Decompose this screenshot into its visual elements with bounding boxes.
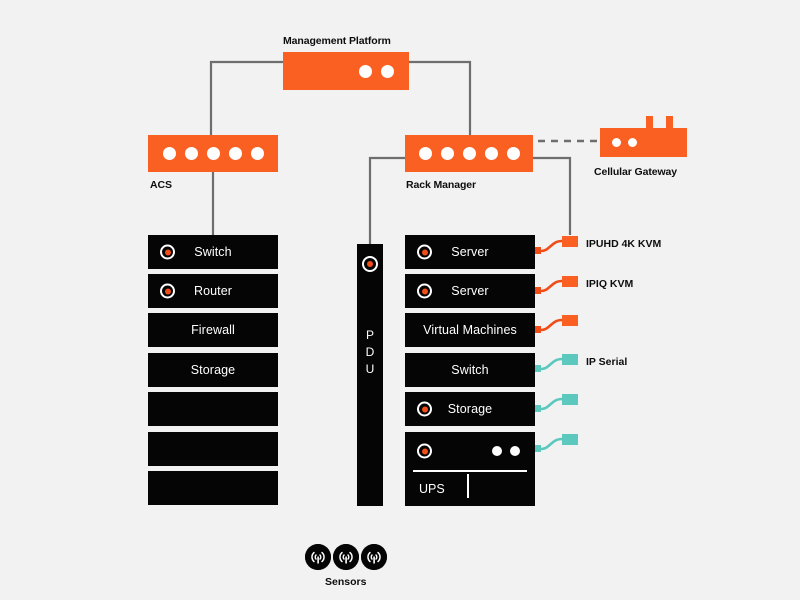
rack-unit-label: Server (451, 284, 489, 298)
cable-server-2 (539, 279, 564, 293)
status-led-icon (417, 401, 432, 417)
right-rack-unit-server-1[interactable]: Server (405, 235, 535, 269)
cable-storage (539, 397, 564, 411)
status-dot (228, 147, 242, 160)
wire-mgmt-to-acs (209, 60, 283, 135)
status-dot (250, 147, 264, 160)
legend-label-ipiq: IPIQ KVM (586, 278, 634, 290)
wireless-sensor-icon[interactable] (361, 544, 387, 570)
acs-indicator-dots (162, 147, 264, 160)
legend-swatch-ipserial (562, 354, 578, 365)
legend-label-ipuhd: IPUHD 4K KVM (586, 238, 662, 250)
left-rack-unit-empty-2[interactable] (148, 432, 278, 466)
left-rack-unit-storage[interactable]: Storage (148, 353, 278, 387)
rack-unit-label: Switch (451, 363, 489, 377)
status-dot (162, 147, 176, 160)
right-rack-unit-storage[interactable]: Storage (405, 392, 535, 426)
ups-horizontal-divider (413, 470, 527, 472)
status-led-icon (417, 283, 432, 299)
right-rack-unit-switch[interactable]: Switch (405, 353, 535, 387)
acs-label: ACS (150, 179, 172, 191)
rack-unit-label: Storage (447, 402, 493, 416)
acs-appliance[interactable] (148, 135, 278, 172)
status-dot (612, 138, 621, 147)
cable-switch (539, 357, 564, 371)
status-dot (206, 147, 220, 160)
management-platform-appliance[interactable] (283, 52, 409, 90)
status-dot (418, 147, 432, 160)
status-led-icon (160, 283, 175, 299)
legend-swatch-ipuhd (562, 236, 578, 247)
cable-vm (539, 318, 564, 332)
left-rack-unit-switch[interactable]: Switch (148, 235, 278, 269)
legend-swatch-ups (562, 434, 578, 445)
status-dot (381, 64, 394, 78)
status-dot (440, 147, 454, 160)
rack-unit-label: Firewall (191, 323, 235, 337)
status-dot (506, 147, 520, 160)
status-dot (510, 446, 520, 456)
status-led-icon (417, 443, 432, 459)
wire-rackmgr-to-rightrack (533, 156, 572, 235)
wireless-sensor-icon[interactable] (333, 544, 359, 570)
wire-mgmt-to-rackmgr (409, 60, 472, 135)
sensors-label: Sensors (325, 576, 367, 588)
right-rack-unit-ups[interactable]: UPS (405, 432, 535, 506)
status-dot (484, 147, 498, 160)
legend-label-ipserial: IP Serial (586, 356, 628, 368)
rack-unit-label: Storage (190, 363, 236, 377)
status-dot (628, 138, 637, 147)
status-dot (359, 64, 372, 78)
left-rack-unit-empty-1[interactable] (148, 392, 278, 426)
rack-unit-label: Switch (194, 245, 232, 259)
cellular-gateway-appliance[interactable] (600, 128, 687, 157)
rack-unit-label: Router (193, 284, 233, 298)
ups-top-panel (405, 432, 535, 470)
cable-server-1 (539, 239, 564, 253)
legend-swatch-storage (562, 394, 578, 405)
ups-indicator-dots (492, 446, 520, 456)
right-rack-unit-virtual-machines[interactable]: Virtual Machines (405, 313, 535, 347)
left-rack-unit-firewall[interactable]: Firewall (148, 313, 278, 347)
legend-swatch-vm (562, 315, 578, 326)
legend-swatch-ipiq (562, 276, 578, 287)
cellular-gateway-indicator-dots (612, 138, 637, 147)
wireless-sensor-icon[interactable] (305, 544, 331, 570)
pdu-label: PDU (365, 328, 375, 376)
cellular-gateway-label: Cellular Gateway (594, 166, 678, 178)
connector-wires (209, 60, 600, 452)
wire-rackmgr-to-pdu (368, 156, 405, 244)
cable-ups (539, 437, 564, 451)
status-dot (492, 446, 502, 456)
left-rack-unit-router[interactable]: Router (148, 274, 278, 308)
pdu-unit[interactable]: PDU (357, 244, 383, 506)
rack-manager-appliance[interactable] (405, 135, 533, 172)
status-led-icon (362, 256, 378, 272)
rack-manager-label: Rack Manager (406, 179, 476, 191)
left-rack-unit-empty-3[interactable] (148, 471, 278, 505)
management-platform-label: Management Platform (283, 35, 391, 47)
rack-unit-label: Server (451, 245, 489, 259)
rack-manager-indicator-dots (418, 147, 520, 160)
status-dot (462, 147, 476, 160)
status-led-icon (417, 244, 432, 260)
status-dot (184, 147, 198, 160)
ups-vertical-divider (467, 474, 469, 498)
status-led-icon (160, 244, 175, 260)
rack-unit-label: Virtual Machines (423, 323, 517, 337)
diagram-canvas: Management Platform ACS Rack Manager Cel… (0, 0, 800, 600)
management-platform-indicator-dots (359, 64, 394, 78)
ups-label: UPS (419, 482, 445, 496)
right-rack-unit-server-2[interactable]: Server (405, 274, 535, 308)
